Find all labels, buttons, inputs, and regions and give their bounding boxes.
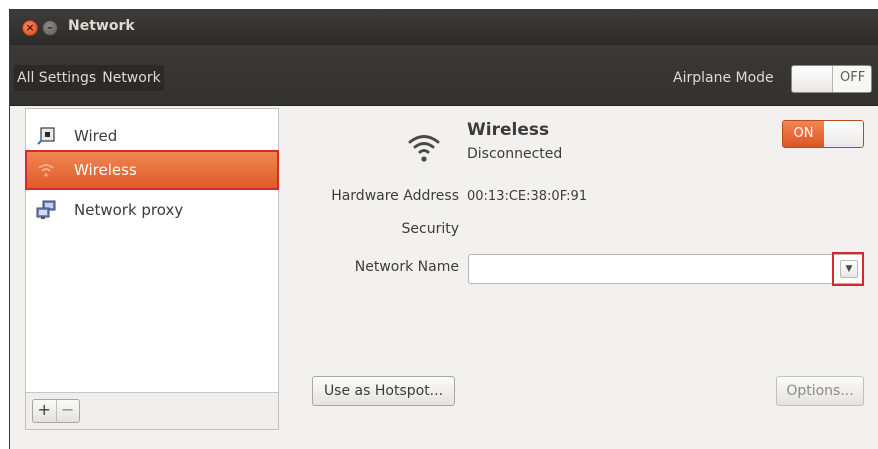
breadcrumb-all-settings[interactable]: All Settings <box>14 65 99 91</box>
security-label: Security <box>401 221 460 237</box>
sidebar-item-network-proxy[interactable]: Network proxy <box>26 191 278 229</box>
breadcrumb: All Settings Network <box>14 65 164 91</box>
chevron-down-icon: ▼ <box>840 260 858 278</box>
list-footer: + − <box>26 392 278 429</box>
breadcrumb-network[interactable]: Network <box>99 65 163 91</box>
airplane-mode-label: Airplane Mode <box>673 70 774 86</box>
wifi-icon <box>38 164 54 177</box>
device-list: Wired Wireless Network proxy + − <box>25 108 279 430</box>
toggle-knob <box>824 121 863 147</box>
sidebar-item-label: Wireless <box>74 161 137 179</box>
toggle-knob <box>792 66 833 92</box>
wired-icon <box>37 127 55 145</box>
add-remove-buttons: + − <box>32 399 80 423</box>
window-title: Network <box>68 18 135 34</box>
use-as-hotspot-button[interactable]: Use as Hotspot... <box>312 376 455 406</box>
sidebar-item-label: Network proxy <box>74 201 184 219</box>
sidebar-item-wired[interactable]: Wired <box>26 117 278 155</box>
wireless-power-toggle[interactable]: ON <box>782 120 864 148</box>
sidebar-item-wireless[interactable]: Wireless <box>25 150 279 190</box>
device-title: Wireless <box>467 120 550 140</box>
minimize-icon: – <box>47 21 53 34</box>
hardware-address-value: 00:13:CE:38:0F:91 <box>467 189 588 204</box>
toolbar: All Settings Network Airplane Mode OFF <box>10 45 878 106</box>
device-status: Disconnected <box>467 146 563 162</box>
options-button[interactable]: Options... <box>776 376 864 406</box>
add-device-button[interactable]: + <box>33 400 56 422</box>
remove-device-button[interactable]: − <box>55 400 80 422</box>
close-window-button[interactable]: × <box>22 20 38 36</box>
airplane-mode-state: OFF <box>840 70 866 85</box>
network-proxy-icon <box>36 200 56 219</box>
airplane-mode-toggle[interactable]: OFF <box>791 65 872 93</box>
wifi-icon <box>408 135 440 162</box>
title-bar: × – Network <box>10 9 878 45</box>
sidebar-item-label: Wired <box>74 127 118 145</box>
toggle-on-label: ON <box>783 121 824 147</box>
close-icon: × <box>25 21 35 34</box>
minimize-window-button[interactable]: – <box>42 20 58 36</box>
network-name-dropdown-button[interactable]: ▼ <box>832 252 864 286</box>
network-name-combo-entry[interactable] <box>468 254 864 284</box>
hardware-address-label: Hardware Address <box>331 188 459 204</box>
network-name-label: Network Name <box>354 259 459 275</box>
